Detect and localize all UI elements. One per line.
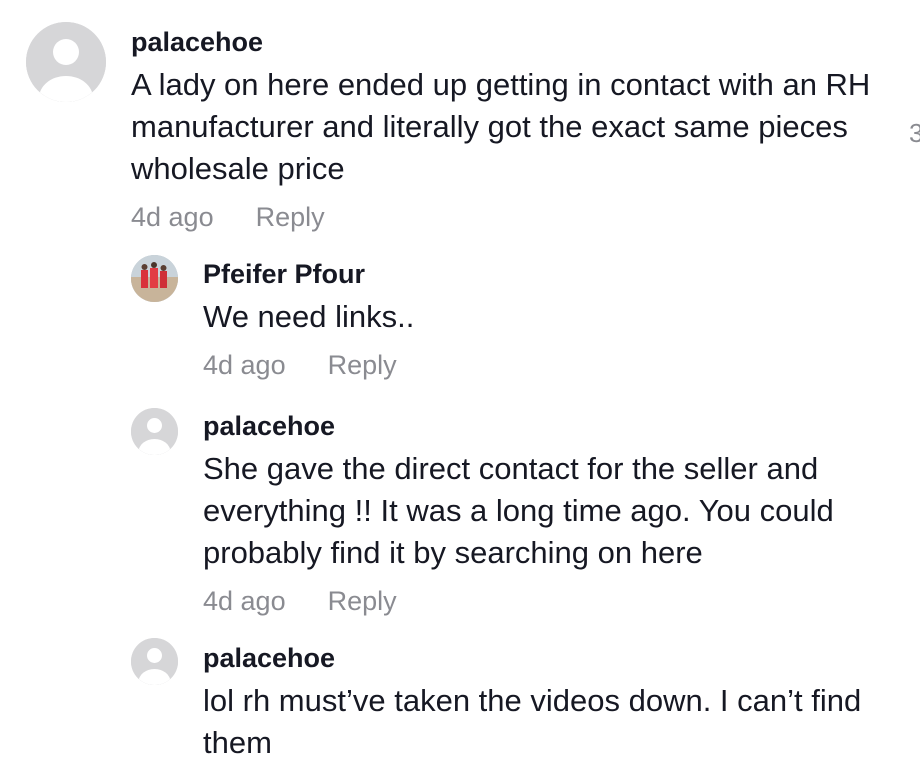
- reply-button[interactable]: Reply: [256, 200, 325, 234]
- profile-photo-avatar[interactable]: [131, 255, 178, 302]
- comment-username[interactable]: Pfeifer Pfour: [203, 258, 903, 290]
- comment-timestamp: 4d ago: [131, 202, 214, 232]
- like-count[interactable]: 3: [909, 118, 920, 148]
- comment-username[interactable]: palacehoe: [131, 26, 891, 58]
- comment-timestamp: 4d ago: [203, 350, 286, 380]
- comment-meta: 4d ago Reply: [203, 348, 903, 382]
- comment-body: palacehoe A lady on here ended up gettin…: [131, 26, 891, 234]
- comment-body: Pfeifer Pfour We need links.. 4d ago Repl…: [203, 258, 903, 382]
- comment-text: lol rh must’ve taken the videos down. I …: [203, 683, 862, 760]
- comment-meta: 4d ago Reply: [131, 200, 891, 234]
- default-avatar-icon[interactable]: [131, 408, 178, 455]
- comment-text: A lady on here ended up getting in conta…: [131, 67, 871, 186]
- comment-body: palacehoe She gave the direct contact fo…: [203, 410, 903, 618]
- default-avatar-icon[interactable]: [131, 638, 178, 685]
- comment-username[interactable]: palacehoe: [203, 642, 903, 674]
- comment-body: palacehoe lol rh must’ve taken the video…: [203, 642, 903, 764]
- reply-button[interactable]: Reply: [328, 348, 397, 382]
- comment-username[interactable]: palacehoe: [203, 410, 903, 442]
- comment-timestamp: 4d ago: [203, 586, 286, 616]
- reply-button[interactable]: Reply: [328, 584, 397, 618]
- comment-thread: palacehoe A lady on here ended up gettin…: [0, 0, 920, 780]
- comment-text: We need links..: [203, 299, 415, 334]
- comment-meta: 4d ago Reply: [203, 584, 903, 618]
- default-avatar-icon[interactable]: [26, 22, 106, 102]
- comment-text: She gave the direct contact for the sell…: [203, 451, 834, 570]
